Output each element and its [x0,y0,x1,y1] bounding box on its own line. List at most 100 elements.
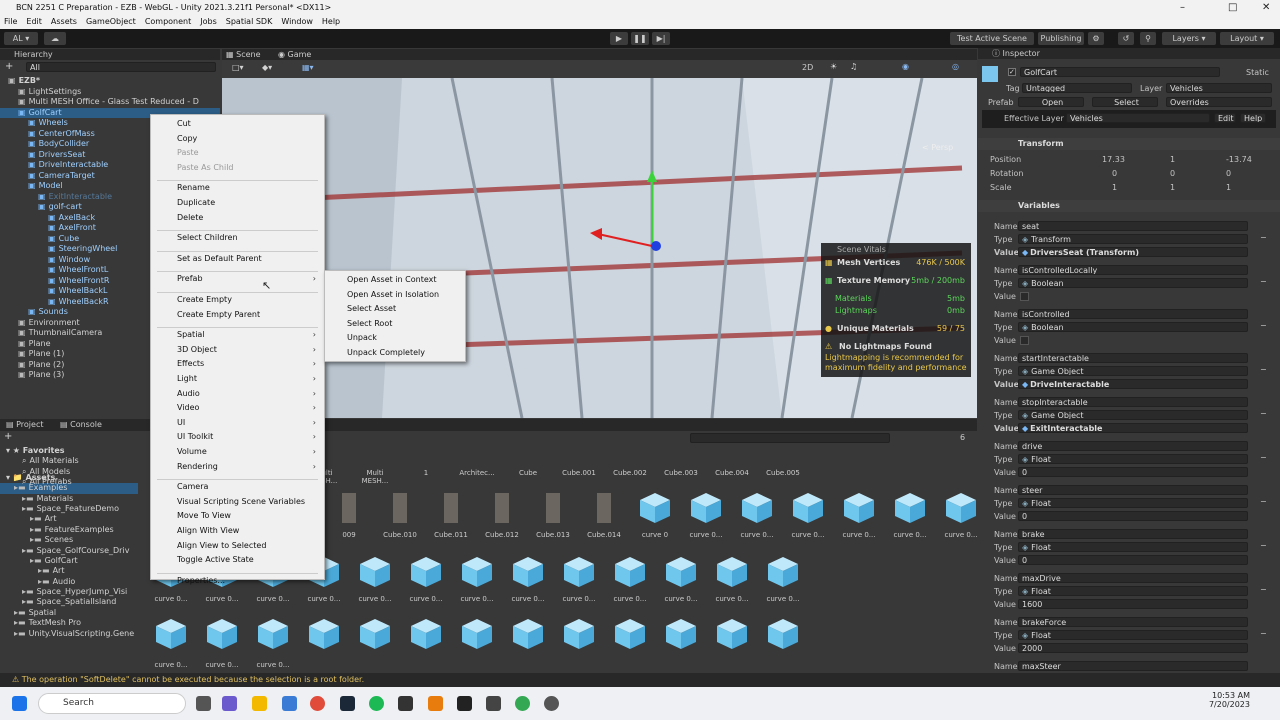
menu-item-gameobject[interactable]: GameObject [86,15,136,29]
context-item-audio[interactable]: Audio [177,389,200,398]
variable-name-field[interactable]: steer [1018,485,1248,495]
variable-name-field[interactable]: brake [1018,529,1248,539]
folder-item[interactable]: ▸▬ Art [0,514,138,524]
close-icon[interactable]: ✕ [1262,0,1270,15]
variable-value-field[interactable]: 2000 [1018,643,1248,653]
file-explorer-icon[interactable] [252,696,267,711]
context-item-camera[interactable]: Camera [177,482,208,491]
hierarchy-item[interactable]: ▣ LightSettings [0,87,220,98]
remove-variable-icon[interactable]: − [1260,453,1267,462]
menu-item-help[interactable]: Help [322,15,340,29]
taskbar-search-box[interactable]: Search [38,693,186,714]
context-item-volume[interactable]: Volume [177,447,207,456]
variables-header[interactable]: Variables [978,200,1280,212]
asset-item[interactable]: curve 0... [760,555,806,603]
asset-item[interactable]: 009 [326,491,372,539]
menu-item-edit[interactable]: Edit [26,15,42,29]
menu-item-spatial-sdk[interactable]: Spatial SDK [226,15,273,29]
variable-value-field[interactable]: ◆ DriversSeat (Transform) [1018,247,1248,257]
tab-scene[interactable]: ▦ Scene [226,50,261,59]
folder-item[interactable]: ▸▬ Spatial [0,608,138,618]
asset-item[interactable]: Architec... [454,469,500,477]
menu-item-jobs[interactable]: Jobs [200,15,217,29]
hierarchy-search-input[interactable]: All [26,62,216,72]
context-item-video[interactable]: Video [177,403,199,412]
asset-item[interactable]: curve 0... [836,491,882,539]
unity-icon[interactable] [457,696,472,711]
steam-icon[interactable] [340,696,355,711]
menu-item-window[interactable]: Window [281,15,313,29]
asset-item[interactable]: curve 0... [709,555,755,603]
layers-dropdown[interactable]: Layers ▾ [1162,32,1216,45]
tool-select-icon[interactable]: □▾ [232,63,244,72]
context-item-effects[interactable]: Effects [177,359,204,368]
context-item-visual-scripting-scene-variables[interactable]: Visual Scripting Scene Variables [177,497,305,506]
variable-value-field[interactable]: 0 [1018,511,1248,521]
variable-type-dropdown[interactable]: ◈ Float [1018,586,1248,596]
boolean-checkbox[interactable] [1020,292,1029,301]
folder-item[interactable]: ▸▬ Art [0,566,138,576]
github-icon[interactable] [544,696,559,711]
play-icon[interactable]: ▶ [610,32,628,45]
prefab-menu-select-root[interactable]: Select Root [347,319,392,328]
asset-item[interactable]: Cube.001 [556,469,602,477]
menu-item-assets[interactable]: Assets [51,15,77,29]
asset-item[interactable]: Cube.005 [760,469,806,477]
gameobject-name-field[interactable]: GolfCart [1020,67,1220,77]
variable-type-dropdown[interactable]: ◈ Boolean [1018,278,1248,288]
remove-variable-icon[interactable]: − [1260,365,1267,374]
audio-icon[interactable]: ♫ [850,62,857,71]
asset-item[interactable]: Cube.011 [428,491,474,539]
help-button[interactable]: Help [1240,113,1266,123]
variable-value-field[interactable]: 0 [1018,555,1248,565]
blender-icon[interactable] [428,696,443,711]
scale-y-value[interactable]: 1 [1170,183,1175,192]
gear-icon[interactable]: ⚙ [1088,32,1104,45]
context-item-cut[interactable]: Cut [177,119,191,128]
scale-x-value[interactable]: 1 [1112,183,1117,192]
context-item-ui-toolkit[interactable]: UI Toolkit [177,432,213,441]
unity-hub-icon[interactable] [398,696,413,711]
variable-name-field[interactable]: isControlledLocally [1018,265,1248,275]
asset-item[interactable] [352,617,398,657]
context-item-duplicate[interactable]: Duplicate [177,198,215,207]
variable-type-dropdown[interactable]: ◈ Float [1018,454,1248,464]
prefab-menu-select-asset[interactable]: Select Asset [347,304,396,313]
variable-value-field[interactable]: ◆ DriveInteractable [1018,379,1248,389]
remove-variable-icon[interactable]: − [1260,277,1267,286]
folder-item[interactable]: ▸▬ Audio [0,577,138,587]
asset-item[interactable]: curve 0... [734,491,780,539]
asset-item[interactable] [760,617,806,657]
pos-x-value[interactable]: 17.33 [1102,155,1125,164]
favorite-item[interactable]: ⌕ All Materials [0,456,138,466]
add-icon[interactable]: + [5,61,13,72]
scale-z-value[interactable]: 1 [1226,183,1231,192]
pause-icon[interactable]: ❚❚ [631,32,649,45]
asset-item[interactable]: curve 0... [683,491,729,539]
context-item-light[interactable]: Light [177,374,197,383]
variable-name-field[interactable]: seat [1018,221,1248,231]
tab-project[interactable]: ▤ Project [6,419,43,430]
variable-name-field[interactable]: isControlled [1018,309,1248,319]
variable-value-field[interactable]: ◆ ExitInteractable [1018,423,1248,433]
asset-item[interactable]: curve 0... [505,555,551,603]
tab-game[interactable]: ◉ Game [278,50,311,59]
asset-item[interactable]: curve 0... [785,491,831,539]
variable-type-dropdown[interactable]: ◈ Float [1018,542,1248,552]
context-item-toggle-active-state[interactable]: Toggle Active State [177,555,254,564]
step-icon[interactable]: ▶| [652,32,670,45]
tab-console[interactable]: ▤ Console [60,419,102,430]
context-item-spatial[interactable]: Spatial [177,330,205,339]
context-item-prefab[interactable]: Prefab [177,274,203,283]
remove-variable-icon[interactable]: − [1260,409,1267,418]
folder-item[interactable]: ▸▬ Materials [0,494,138,504]
asset-item[interactable]: Cube.004 [709,469,755,477]
pos-z-value[interactable]: -13.74 [1226,155,1252,164]
prefab-menu-open-asset-in-context[interactable]: Open Asset in Context [347,275,437,284]
edit-button[interactable]: Edit [1214,113,1236,123]
variable-name-field[interactable]: brakeForce [1018,617,1248,627]
folder-item[interactable]: ▸▬ Space_FeatureDemo [0,504,138,514]
tag-dropdown[interactable]: Untagged [1022,83,1132,93]
context-item-align-view-to-selected[interactable]: Align View to Selected [177,541,266,550]
folder-item[interactable]: ▸▬ FeatureExamples [0,525,138,535]
